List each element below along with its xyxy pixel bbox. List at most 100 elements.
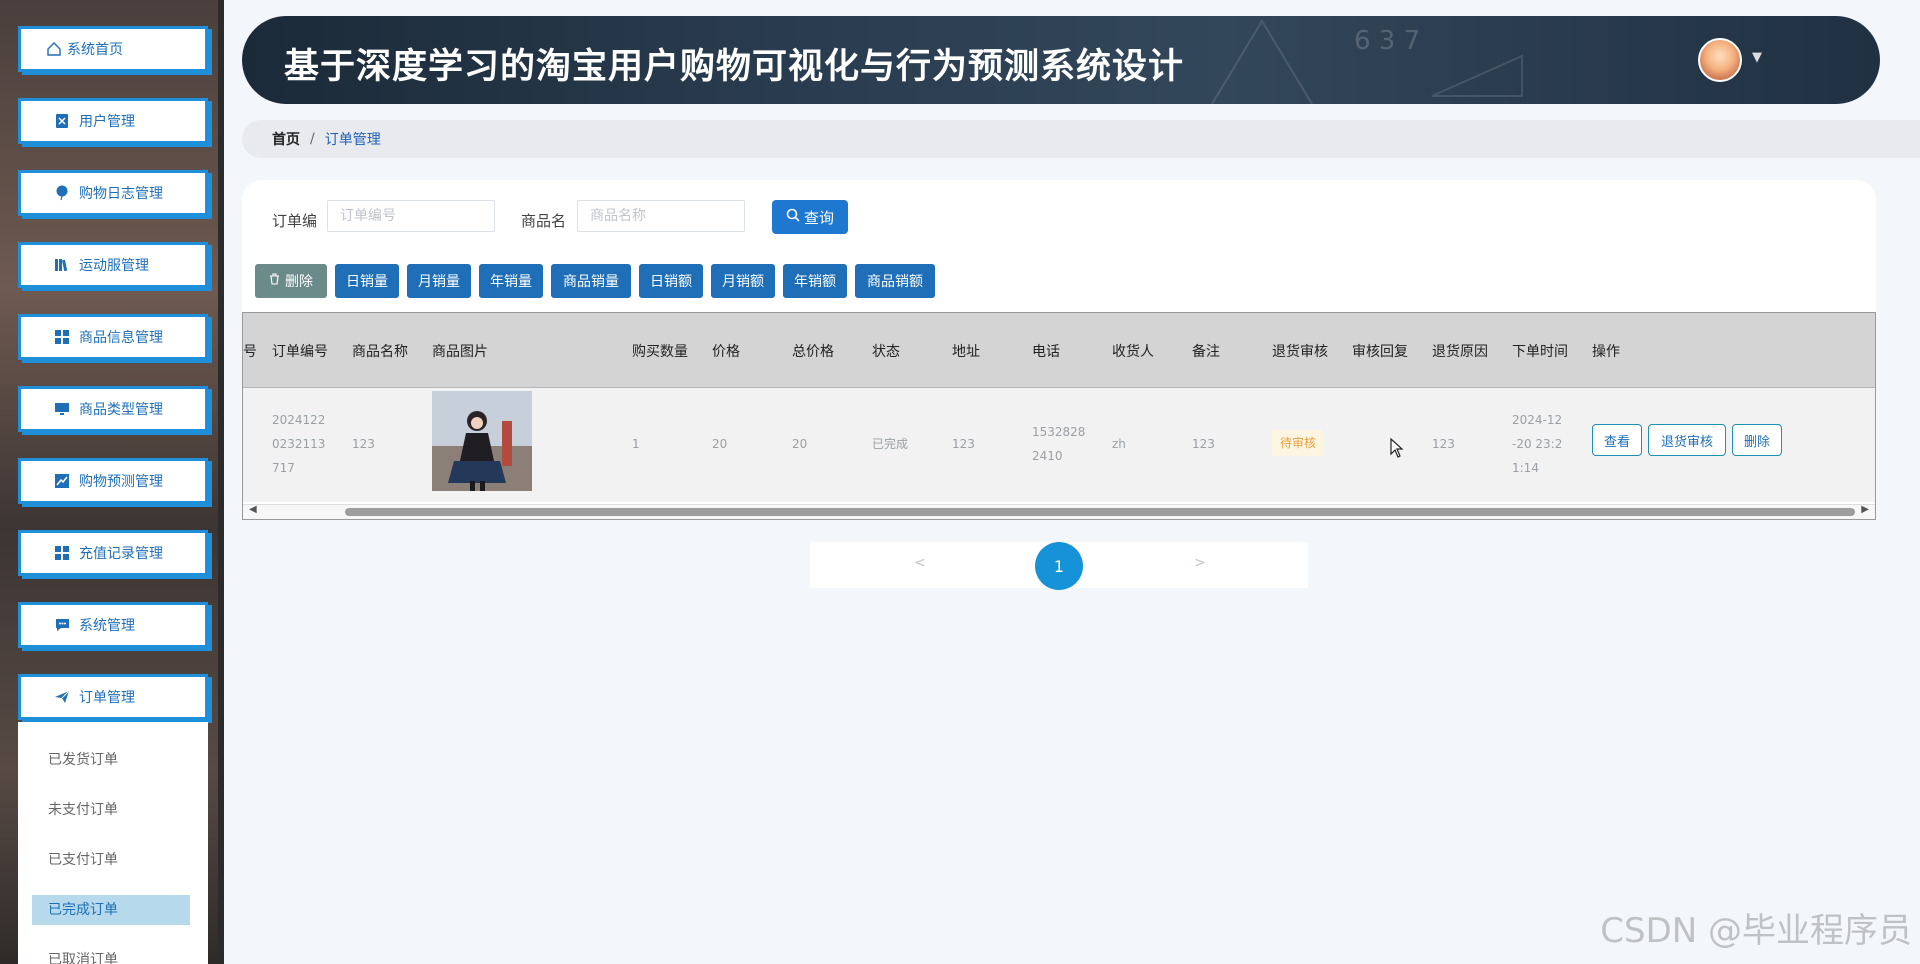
page-number-active[interactable]: 1 bbox=[1035, 542, 1083, 590]
column-header[interactable]: 订单编号 bbox=[272, 341, 328, 361]
column-header[interactable]: 总价格 bbox=[792, 341, 834, 361]
sidebar-item-label: 系统管理 bbox=[79, 618, 135, 634]
search-icon bbox=[786, 208, 800, 226]
monthly-sales-button[interactable]: 月销量 bbox=[407, 264, 471, 298]
column-header[interactable]: 地址 bbox=[952, 341, 980, 361]
cell-status: 已完成 bbox=[872, 437, 909, 451]
yearly-sales-button[interactable]: 年销量 bbox=[479, 264, 543, 298]
sidebar-item-label: 订单管理 bbox=[79, 690, 135, 706]
orders-submenu: 已发货订单 未支付订单 已支付订单 已完成订单 已取消订单 bbox=[18, 722, 208, 964]
breadcrumb-current: 订单管理 bbox=[324, 132, 381, 148]
column-header: 退货原因 bbox=[1432, 344, 1488, 360]
sidebar-item-users[interactable]: 用户管理 bbox=[18, 98, 208, 144]
grid-icon bbox=[51, 330, 73, 344]
sidebar-item-label: 充值记录管理 bbox=[79, 546, 163, 562]
orders-table: 号 订单编号 商品名称 商品图片 购买数量 价格 总价格 状态 地址 电话 收货… bbox=[242, 312, 1876, 520]
column-header: 退货审核 bbox=[1272, 344, 1328, 360]
order-no-input[interactable] bbox=[327, 200, 495, 232]
sidebar-item-sportswear[interactable]: 运动服管理 bbox=[18, 242, 208, 288]
mouse-cursor-icon bbox=[1390, 437, 1404, 463]
sidebar-item-recharge[interactable]: 充值记录管理 bbox=[18, 530, 208, 576]
daily-sales-button[interactable]: 日销量 bbox=[335, 264, 399, 298]
table-row[interactable]: 20241220232113717 123 1 20 20 已完成 123 15… bbox=[243, 388, 1875, 502]
order-no-label: 订单编 bbox=[272, 212, 318, 230]
column-header[interactable]: 状态 bbox=[872, 341, 900, 361]
delete-label: 删除 bbox=[285, 274, 313, 290]
daily-revenue-button[interactable]: 日销额 bbox=[639, 264, 703, 298]
prev-page-button[interactable]: < bbox=[914, 555, 926, 571]
chevron-down-icon[interactable]: ▼ bbox=[1752, 50, 1762, 65]
column-header: 审核回复 bbox=[1352, 344, 1408, 360]
cell-phone: 15328282410 bbox=[1032, 425, 1086, 463]
column-header: 下单时间 bbox=[1512, 344, 1568, 360]
column-header[interactable]: 备注 bbox=[1192, 341, 1220, 361]
query-label: 查询 bbox=[803, 208, 834, 227]
column-header[interactable]: 收货人 bbox=[1112, 341, 1154, 361]
return-audit-button[interactable]: 退货审核 bbox=[1648, 424, 1726, 456]
sidebar-item-orders[interactable]: 订单管理 bbox=[18, 674, 208, 720]
column-header: 号 bbox=[243, 344, 257, 360]
column-header[interactable]: 电话 bbox=[1032, 341, 1060, 361]
scroll-right-icon[interactable]: ▶ bbox=[1861, 504, 1869, 515]
scrollbar-thumb[interactable] bbox=[345, 508, 1855, 516]
breadcrumb-home[interactable]: 首页 bbox=[272, 129, 300, 149]
monitor-icon bbox=[51, 402, 73, 416]
batch-delete-button[interactable]: 删除 bbox=[255, 264, 327, 298]
column-header: 操作 bbox=[1592, 344, 1620, 360]
product-name-input[interactable] bbox=[577, 200, 745, 232]
sidebar-item-home[interactable]: 系统首页 bbox=[18, 26, 208, 72]
user-card-icon bbox=[51, 113, 73, 129]
cell-order-no: 20241220232113717 bbox=[272, 413, 326, 475]
monthly-revenue-button[interactable]: 月销额 bbox=[711, 264, 775, 298]
column-header[interactable]: 商品名称 bbox=[352, 341, 408, 361]
product-name-label: 商品名 bbox=[521, 212, 567, 230]
balloon-icon bbox=[51, 185, 73, 201]
grid-icon bbox=[51, 546, 73, 560]
trash-icon bbox=[269, 273, 280, 289]
scroll-left-icon[interactable]: ◀ bbox=[249, 504, 257, 515]
product-revenue-button[interactable]: 商品销额 bbox=[855, 264, 935, 298]
sidebar-item-label: 商品类型管理 bbox=[79, 402, 163, 418]
submenu-item-paid[interactable]: 已支付订单 bbox=[32, 845, 190, 875]
library-icon bbox=[51, 257, 73, 273]
cell-receiver: zh bbox=[1112, 437, 1126, 451]
sidebar-item-shopping-log[interactable]: 购物日志管理 bbox=[18, 170, 208, 216]
cell-price: 20 bbox=[712, 437, 728, 451]
column-header[interactable]: 价格 bbox=[712, 341, 740, 361]
product-sales-button[interactable]: 商品销量 bbox=[551, 264, 631, 298]
sidebar-item-prediction[interactable]: 购物预测管理 bbox=[18, 458, 208, 504]
sidebar-item-product-type[interactable]: 商品类型管理 bbox=[18, 386, 208, 432]
table-header: 号 订单编号 商品名称 商品图片 购买数量 价格 总价格 状态 地址 电话 收货… bbox=[243, 313, 1875, 388]
home-icon bbox=[43, 41, 65, 57]
sidebar-item-product-info[interactable]: 商品信息管理 bbox=[18, 314, 208, 360]
chat-icon bbox=[51, 618, 73, 632]
sidebar-item-label: 系统首页 bbox=[67, 42, 123, 58]
sidebar-item-label: 运动服管理 bbox=[79, 258, 149, 274]
header-deco-geometry bbox=[1211, 19, 1523, 104]
product-image[interactable] bbox=[432, 391, 532, 491]
column-header[interactable]: 购买数量 bbox=[632, 341, 688, 361]
cell-return-reason: 123 bbox=[1432, 437, 1455, 451]
send-icon bbox=[51, 690, 73, 704]
avatar[interactable] bbox=[1698, 38, 1742, 82]
sidebar-item-label: 购物日志管理 bbox=[79, 186, 163, 202]
watermark: CSDN @毕业程序员 bbox=[1600, 911, 1912, 951]
submenu-item-shipped[interactable]: 已发货订单 bbox=[32, 745, 190, 775]
sidebar-item-system[interactable]: 系统管理 bbox=[18, 602, 208, 648]
sidebar-item-label: 用户管理 bbox=[79, 114, 135, 130]
submenu-item-completed[interactable]: 已完成订单 bbox=[32, 895, 190, 925]
page-title: 基于深度学习的淘宝用户购物可视化与行为预测系统设计 bbox=[284, 47, 1185, 87]
delete-button[interactable]: 删除 bbox=[1732, 424, 1782, 456]
sidebar-item-label: 购物预测管理 bbox=[79, 474, 163, 490]
cell-total: 20 bbox=[792, 437, 808, 451]
trend-icon bbox=[51, 474, 73, 488]
submenu-item-cancelled[interactable]: 已取消订单 bbox=[32, 945, 190, 964]
submenu-item-unpaid[interactable]: 未支付订单 bbox=[32, 795, 190, 825]
view-button[interactable]: 查看 bbox=[1592, 424, 1642, 456]
sidebar-item-label: 商品信息管理 bbox=[79, 330, 163, 346]
query-button[interactable]: 查询 bbox=[772, 200, 848, 234]
horizontal-scrollbar[interactable]: ◀ ▶ bbox=[243, 504, 1875, 519]
cell-quantity: 1 bbox=[632, 437, 640, 451]
yearly-revenue-button[interactable]: 年销额 bbox=[783, 264, 847, 298]
next-page-button[interactable]: > bbox=[1194, 555, 1206, 571]
